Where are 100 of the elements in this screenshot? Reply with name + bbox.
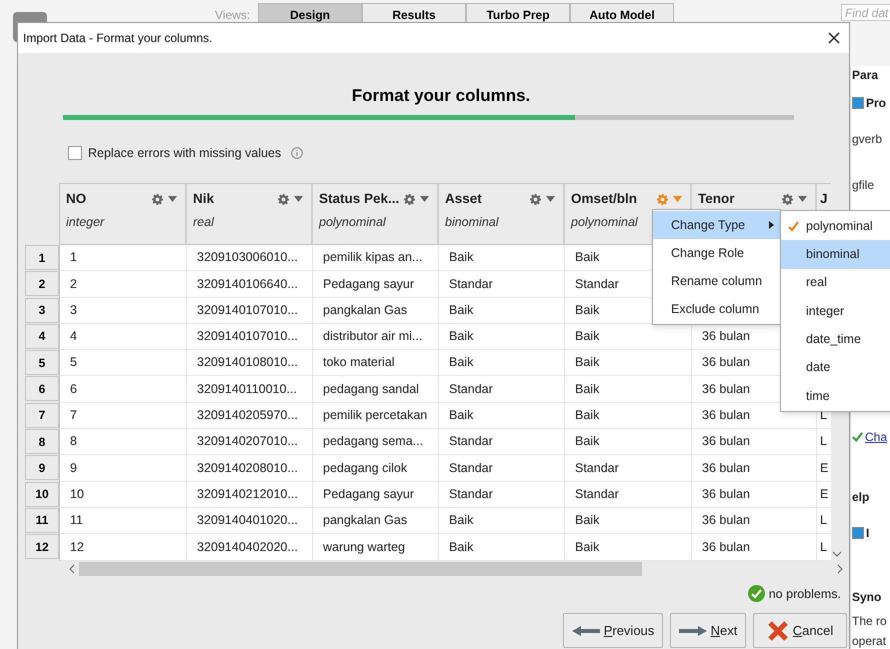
search-field[interactable]: Find dat bbox=[841, 4, 890, 21]
table-cell-text: pemilik kipas an... bbox=[323, 249, 422, 266]
caret-icon[interactable] bbox=[546, 196, 555, 202]
row-number: 4 bbox=[25, 324, 59, 349]
scroll-thumb[interactable] bbox=[79, 562, 642, 576]
table-cell-text: Baik bbox=[575, 249, 600, 266]
caret-icon[interactable] bbox=[294, 196, 303, 202]
table-cell-text: 2 bbox=[70, 276, 77, 293]
table-cell-text: Baik bbox=[575, 433, 600, 450]
caret-icon[interactable] bbox=[798, 196, 807, 202]
panel-heading: Syno bbox=[852, 589, 882, 606]
gear-icon[interactable] bbox=[530, 194, 541, 204]
table-cell-text: 3209140205970... bbox=[197, 407, 298, 424]
views-label: Views: bbox=[215, 7, 250, 24]
table-cell-text: Baik bbox=[575, 302, 600, 319]
menu-item[interactable]: Rename column bbox=[653, 267, 780, 295]
table-cell-text: pedagang sema... bbox=[323, 433, 424, 450]
previous-button[interactable]: Previous bbox=[563, 613, 663, 648]
row-number: 11 bbox=[25, 508, 59, 533]
table-cell-text: 36 bulan bbox=[702, 407, 750, 424]
table-cell-text: Standar bbox=[449, 276, 493, 293]
table-cell-text: Standar bbox=[449, 380, 493, 398]
check-icon bbox=[788, 220, 799, 232]
table-cell-text: 36 bulan bbox=[702, 433, 750, 450]
menu-item[interactable]: Exclude column bbox=[653, 295, 780, 323]
status-text: no problems. bbox=[768, 586, 841, 603]
table-cell-text: 3209140110010... bbox=[197, 380, 297, 398]
menu-item[interactable]: date_time bbox=[781, 325, 890, 354]
table-cell-text: E bbox=[820, 486, 828, 503]
menu-item[interactable]: time bbox=[781, 382, 890, 410]
table-cell-text: distributor air mi... bbox=[323, 328, 422, 346]
table-cell-text: Baik bbox=[449, 538, 474, 556]
table-cell-text: Baik bbox=[575, 512, 600, 530]
panel-text: The ro bbox=[852, 613, 887, 630]
scroll-down-icon[interactable] bbox=[832, 550, 842, 557]
operator-name: I bbox=[866, 525, 870, 542]
table-cell-text: 36 bulan bbox=[702, 512, 750, 530]
caret-icon[interactable] bbox=[168, 196, 177, 202]
table-cell-text: pedagang sandal bbox=[323, 380, 419, 398]
table-cell-text: 3209140106640... bbox=[197, 276, 298, 293]
row-number: 3 bbox=[25, 298, 59, 323]
table-cell-text: Baik bbox=[449, 512, 474, 530]
checkbox[interactable] bbox=[68, 146, 82, 160]
gear-icon[interactable] bbox=[404, 194, 415, 204]
menu-item[interactable]: polynominal bbox=[781, 212, 890, 240]
submenu-arrow-icon bbox=[769, 221, 774, 229]
table-cell-text: L bbox=[820, 538, 827, 556]
help-link[interactable]: Cha bbox=[865, 428, 888, 446]
next-button[interactable]: Next bbox=[670, 613, 746, 648]
table-cell-text: 8 bbox=[70, 433, 77, 450]
row-number: 1 bbox=[25, 245, 59, 270]
dialog-heading: Format your columns. bbox=[350, 85, 530, 105]
table-cell-text: Baik bbox=[449, 354, 474, 372]
menu-item[interactable]: Change Type bbox=[653, 211, 780, 239]
table-cell-text: Baik bbox=[449, 328, 474, 346]
window-title: Import Data - Format your columns. bbox=[23, 30, 212, 47]
table-cell-text: pemilik percetakan bbox=[323, 407, 428, 424]
row-number: 8 bbox=[25, 429, 59, 454]
panel-text: gfile bbox=[852, 177, 874, 194]
table-cell-text: 11 bbox=[70, 512, 83, 530]
panel-text: operat bbox=[852, 633, 886, 649]
table-cell-text: warung warteg bbox=[323, 538, 405, 556]
table-cell-text: 10 bbox=[70, 486, 84, 503]
menu-item[interactable]: integer bbox=[781, 296, 890, 326]
row-number: 5 bbox=[25, 350, 59, 376]
table-cell-text: 3209140402020... bbox=[197, 538, 298, 556]
table-cell-text: 3209103006010... bbox=[197, 249, 298, 266]
table-cell-text: L bbox=[820, 512, 827, 530]
menu-item[interactable]: binominal bbox=[781, 240, 890, 269]
table-cell-text: Standar bbox=[449, 460, 493, 477]
gear-icon[interactable] bbox=[782, 194, 793, 204]
table-cell-text: 3209140107010... bbox=[197, 328, 298, 346]
table-cell-text: Standar bbox=[449, 486, 493, 503]
gear-icon[interactable] bbox=[278, 194, 289, 204]
table-cell-text: 3 bbox=[70, 302, 77, 319]
scroll-right-icon[interactable] bbox=[837, 564, 843, 574]
table-cell-text: Standar bbox=[449, 433, 493, 450]
table-cell-text: 12 bbox=[70, 538, 84, 556]
table-cell-text: 4 bbox=[70, 328, 77, 346]
row-number: 7 bbox=[25, 402, 59, 428]
menu-item[interactable]: real bbox=[781, 268, 890, 297]
table-cell-text: pangkalan Gas bbox=[323, 512, 408, 530]
cancel-button[interactable]: Cancel bbox=[753, 613, 847, 648]
caret-icon[interactable] bbox=[420, 196, 429, 202]
menu-item[interactable]: date bbox=[781, 353, 890, 382]
table-cell-text: 7 bbox=[70, 407, 77, 424]
operator-name: Pro bbox=[866, 95, 886, 112]
close-icon[interactable] bbox=[828, 32, 840, 44]
checkbox-label[interactable]: Replace errors with missing values bbox=[88, 144, 282, 162]
table-cell-text: 1 bbox=[70, 249, 77, 266]
row-number: 9 bbox=[25, 455, 59, 480]
table-cell-text: pangkalan Gas bbox=[323, 302, 408, 319]
gear-icon[interactable] bbox=[152, 194, 163, 204]
table-cell-text: L bbox=[820, 433, 827, 450]
table-cell-text: Baik bbox=[575, 328, 600, 346]
table-cell-text: Baik bbox=[575, 380, 600, 398]
table-cell-text: 3209140212010... bbox=[197, 486, 298, 503]
table-cell-text: Pedagang sayur bbox=[323, 486, 414, 503]
row-number: 10 bbox=[25, 482, 59, 507]
check-icon bbox=[852, 431, 863, 443]
